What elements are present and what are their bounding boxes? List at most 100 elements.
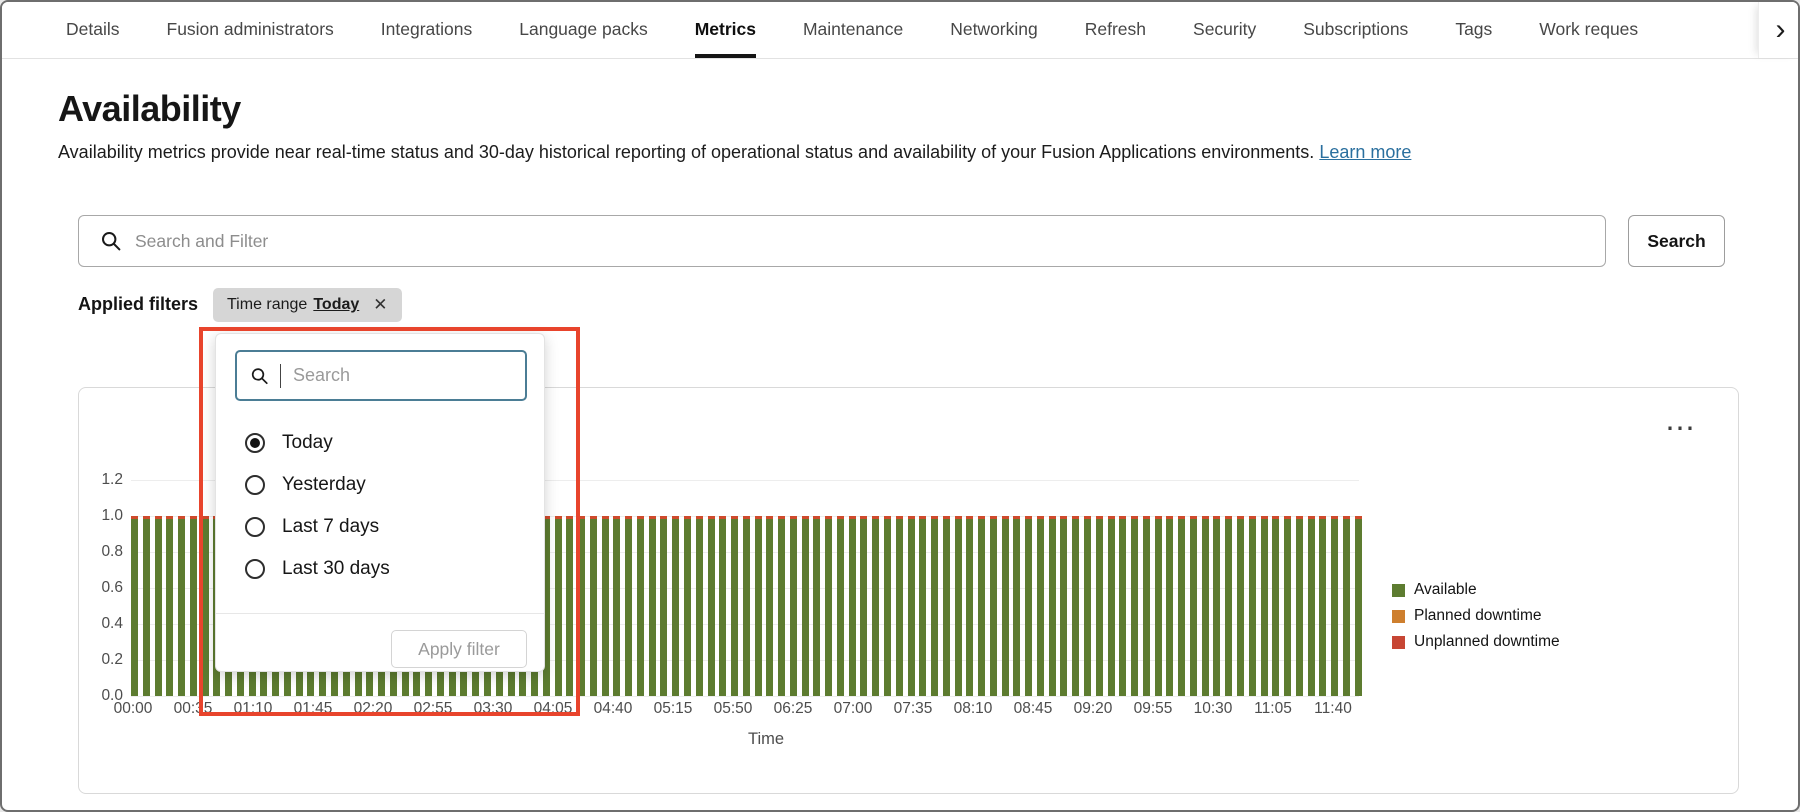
availability-bar	[1142, 516, 1150, 696]
tab-integrations[interactable]: Integrations	[381, 2, 472, 58]
apply-filter-button[interactable]: Apply filter	[391, 630, 527, 668]
availability-bar	[1001, 516, 1009, 696]
x-tick-label: 02:55	[413, 700, 453, 717]
availability-bar	[154, 516, 162, 696]
availability-bar	[825, 516, 833, 696]
applied-filters-label: Applied filters	[78, 294, 199, 314]
x-tick-label: 04:05	[533, 700, 573, 717]
legend-swatch	[1392, 583, 1405, 597]
x-tick-label: 08:45	[1013, 700, 1053, 717]
availability-bar	[1189, 516, 1197, 696]
option-yesterday[interactable]: Yesterday	[216, 464, 544, 506]
availability-bar	[884, 516, 891, 696]
nav-overflow-button[interactable]: ›	[1758, 2, 1798, 58]
tab-networking[interactable]: Networking	[950, 2, 1038, 58]
x-tick-label: 02:20	[353, 700, 393, 717]
radio-icon[interactable]	[245, 517, 265, 537]
tab-tags[interactable]: Tags	[1455, 2, 1492, 58]
option-last-30-days[interactable]: Last 30 days	[216, 548, 544, 590]
availability-bar	[848, 516, 856, 696]
page-title: Availability	[58, 88, 241, 129]
availability-bar	[613, 516, 621, 696]
availability-bar	[731, 516, 739, 696]
availability-bar	[131, 516, 138, 696]
availability-bar	[1072, 516, 1080, 696]
availability-bar	[1272, 516, 1280, 696]
time-range-options: Today Yesterday Last 7 days Last 30 days	[216, 422, 544, 590]
availability-bar	[1248, 516, 1256, 696]
availability-bar	[754, 516, 762, 696]
x-tick-label: 07:35	[893, 700, 933, 717]
availability-bar	[1025, 516, 1033, 696]
tab-details[interactable]: Details	[66, 2, 120, 58]
availability-bar	[813, 516, 821, 696]
x-tick-label: 08:10	[953, 700, 993, 717]
tab-fusion-administrators[interactable]: Fusion administrators	[167, 2, 334, 58]
availability-bar	[966, 516, 974, 696]
radio-icon[interactable]	[245, 475, 265, 495]
availability-bar	[766, 516, 774, 696]
nav-tabs: Details Fusion administrators Integrations…	[2, 2, 1757, 58]
page-description: Availability metrics provide near real-t…	[58, 142, 1411, 163]
chip-value[interactable]: Today	[313, 296, 359, 314]
tab-maintenance[interactable]: Maintenance	[803, 2, 903, 58]
availability-bar	[931, 516, 939, 696]
chip-close-icon[interactable]: ✕	[373, 295, 387, 315]
tab-work-reques[interactable]: Work reques	[1539, 2, 1638, 58]
availability-bar	[178, 516, 186, 696]
availability-bar	[942, 516, 950, 696]
dropdown-search-box	[235, 350, 527, 401]
option-today[interactable]: Today	[216, 422, 544, 464]
availability-bar	[660, 516, 668, 696]
x-tick-label: 05:15	[653, 700, 693, 717]
x-tick-label: 09:55	[1133, 700, 1173, 717]
availability-bar	[1154, 516, 1162, 696]
tab-language-packs[interactable]: Language packs	[519, 2, 647, 58]
tab-metrics[interactable]: Metrics	[694, 2, 756, 58]
search-button[interactable]: Search	[1628, 215, 1725, 267]
availability-bar	[895, 516, 903, 696]
ellipsis-menu-icon[interactable]: ⋯	[1665, 414, 1696, 444]
time-range-dropdown: Today Yesterday Last 7 days Last 30 days Ap…	[215, 333, 545, 672]
availability-bar	[1307, 516, 1315, 696]
tab-security[interactable]: Security	[1193, 2, 1256, 58]
availability-bar	[578, 516, 586, 696]
availability-bar	[919, 516, 927, 696]
legend-label: Unplanned downtime	[1414, 633, 1560, 650]
x-axis-title: Time	[748, 730, 785, 748]
availability-bar	[1260, 516, 1268, 696]
x-tick-label: 04:40	[593, 700, 633, 717]
search-input[interactable]	[135, 230, 1605, 252]
learn-more-link[interactable]: Learn more	[1319, 142, 1411, 162]
availability-bar	[1060, 516, 1068, 696]
x-tick-label: 11:40	[1314, 700, 1352, 717]
availability-bar	[907, 516, 915, 696]
dropdown-search-input[interactable]	[293, 365, 525, 386]
availability-bar	[1354, 516, 1362, 696]
radio-selected-icon[interactable]	[245, 433, 265, 453]
availability-bar	[648, 516, 656, 696]
x-tick-label: 03:30	[473, 700, 513, 717]
availability-bar	[1131, 516, 1139, 696]
tab-refresh[interactable]: Refresh	[1085, 2, 1146, 58]
availability-bar	[1225, 516, 1233, 696]
x-tick-label: 09:20	[1073, 700, 1113, 717]
radio-icon[interactable]	[245, 559, 265, 579]
availability-bar	[625, 516, 633, 696]
x-tick-label: 00:00	[113, 700, 153, 717]
availability-bar	[1213, 516, 1221, 696]
search-icon	[251, 367, 268, 384]
time-range-filter-chip[interactable]: Time range Today ✕	[213, 288, 402, 322]
chip-prefix: Time range	[227, 296, 308, 313]
option-label: Last 7 days	[282, 516, 380, 537]
page-description-text: Availability metrics provide near real-t…	[58, 142, 1315, 162]
option-last-7-days[interactable]: Last 7 days	[216, 506, 544, 548]
x-tick-label: 05:50	[713, 700, 753, 717]
search-and-filter-box	[78, 215, 1606, 267]
legend-label: Planned downtime	[1414, 607, 1542, 624]
x-tick-label: 07:00	[833, 700, 873, 717]
availability-bar	[601, 516, 609, 696]
option-label: Yesterday	[282, 474, 366, 495]
availability-bar	[189, 516, 197, 696]
tab-subscriptions[interactable]: Subscriptions	[1303, 2, 1408, 58]
